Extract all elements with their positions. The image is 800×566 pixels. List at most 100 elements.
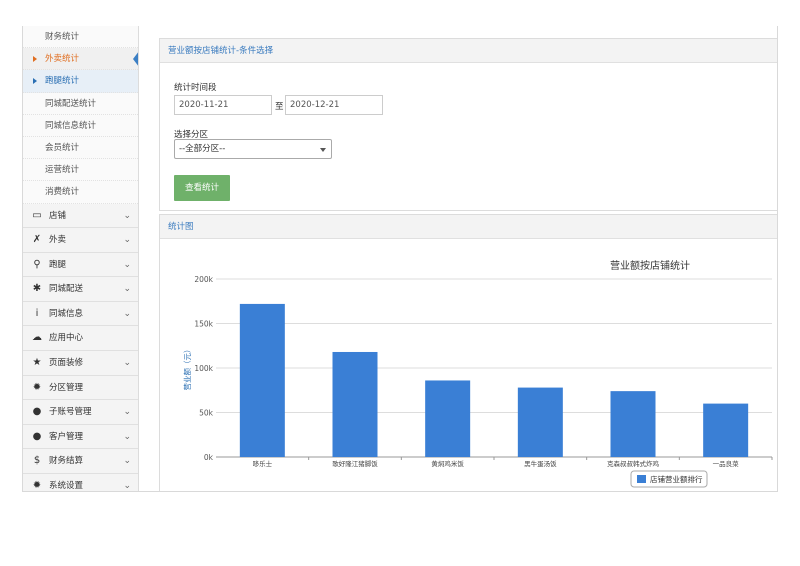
nav-item[interactable]: ▭ 店铺 ⌄ [23,203,138,229]
x-tick-label: 黄焖鸡米饭 [431,459,464,468]
submenu-item[interactable]: 同城配送统计 [23,92,138,115]
nav-item[interactable]: i 同城信息 ⌄ [23,301,138,327]
star-icon: ★ [32,357,42,369]
zone-select[interactable]: --全部分区-- [174,139,332,159]
chevron-down-icon: ⌄ [123,431,131,442]
nav-item[interactable]: ● 子账号管理 ⌄ [23,400,138,425]
nav-item[interactable]: ✱ 同城配送 ⌄ [23,277,138,302]
chevron-down-icon: ⌄ [123,358,131,369]
main-content: 营业额按店铺统计-条件选择 统计时间段 2020-11-21 至 2020-12… [159,38,777,491]
users-icon: ● [32,430,42,442]
submenu-item[interactable]: 同城信息统计 [23,114,138,137]
submenu-item[interactable]: 外卖统计 [23,48,138,71]
chevron-down-icon [320,148,326,152]
submenu-item-label: 运营统计 [45,165,80,176]
chevron-down-icon: ⌄ [123,210,131,221]
x-tick-label: 一品良菜 [713,459,740,468]
zone-select-value: --全部分区-- [179,144,226,154]
nav-item[interactable]: ★ 页面装修 ⌄ [23,351,138,376]
bar [610,391,656,457]
nav-item[interactable]: ✗ 外卖 ⌄ [23,228,138,253]
nav-item-label: 页面装修 [49,358,84,369]
filter-panel: 营业额按店铺统计-条件选择 统计时间段 2020-11-21 至 2020-12… [159,38,777,211]
nav-item[interactable]: ✹ 系统设置 ⌄ [23,474,138,492]
submenu-item[interactable]: 消费统计 [23,181,138,204]
filter-panel-title: 营业额按店铺统计-条件选择 [160,39,777,63]
start-date-input[interactable]: 2020-11-21 [174,95,272,115]
nav-item-label: 同城配送 [49,284,84,295]
nav-item[interactable]: ✹ 分区管理 [23,375,138,401]
nav-item[interactable]: $ 财务结算 ⌄ [23,449,138,475]
period-label: 统计时间段 [174,83,217,93]
bar [703,403,749,457]
nav-item-label: 店铺 [49,210,67,221]
info-icon: i [35,307,39,319]
cloud-icon: ☁ [32,332,42,344]
submenu-item-label: 跑腿统计 [45,76,80,87]
monitor-icon: ▭ [32,209,42,221]
nav-item-label: 财务结算 [49,456,84,467]
y-tick-label: 0k [204,453,214,462]
y-tick-label: 100k [194,364,213,373]
bar [517,387,563,457]
statistics-submenu: 财务统计外卖统计跑腿统计同城配送统计 同城信息统计 会员统计运营统计消费统计 [23,26,138,204]
asterisk-icon: ✱ [32,283,42,295]
x-tick-label: 黑牛蛋汤饭 [524,459,557,468]
nav-item-label: 子账号管理 [49,407,92,418]
x-tick-label: 歌好隆江猪脚饭 [332,459,378,468]
submenu-item[interactable]: 跑腿统计 [23,70,138,93]
caret-right-icon [33,78,37,85]
app-frame: 财务统计外卖统计跑腿统计同城配送统计 同城信息统计 会员统计运营统计消费统计 ▭ 店铺… [22,26,778,492]
submenu-item-label: 消费统计 [45,187,80,198]
gear-icon: ✹ [32,381,42,393]
chevron-down-icon: ⌄ [123,284,131,295]
chevron-down-icon: ⌄ [123,259,131,270]
nav-item-label: 跑腿 [49,259,67,270]
bar [239,303,285,457]
legend-label: 店铺营业额排行 [650,474,703,484]
chevron-down-icon: ⌄ [123,407,131,418]
caret-right-icon [33,56,37,63]
legend-swatch [637,475,646,483]
y-tick-label: 200k [194,275,213,284]
sidebar: 财务统计外卖统计跑腿统计同城配送统计 同城信息统计 会员统计运营统计消费统计 ▭ 店铺… [23,26,139,492]
chevron-down-icon: ⌄ [123,481,131,492]
nav-item-label: 外卖 [49,235,67,246]
bar-chart: 营业额按店铺统计 0k 50k 100k 150k 200k 营业额（元） 哆乐士 歌好隆江猪脚… [182,259,773,488]
nav-item-label: 客户管理 [49,431,84,442]
cog-icon: ✹ [32,480,42,492]
submenu-item-label: 同城信息统计 [45,120,97,131]
nav-item[interactable]: ⚲ 跑腿 ⌄ [23,252,138,278]
y-axis-label: 营业额（元） [182,346,192,391]
y-tick-label: 150k [194,320,213,329]
nav-item-label: 分区管理 [49,382,84,393]
nav-item[interactable]: ☁ 应用中心 [23,326,138,352]
submenu-item-label: 同城配送统计 [45,98,97,109]
view-stats-button[interactable]: 查看统计 [174,175,230,201]
active-indicator-icon [133,51,138,68]
submenu-item[interactable]: 财务统计 [23,26,138,49]
bar [425,380,471,457]
to-label: 至 [275,102,284,112]
chevron-down-icon: ⌄ [123,308,131,319]
submenu-item-label: 会员统计 [45,142,80,153]
chart-panel-title: 统计图 [160,215,777,239]
submenu-item-label: 外卖统计 [45,54,80,65]
utensils-icon: ✗ [32,234,42,246]
chart-title: 营业额按店铺统计 [610,259,690,272]
nav-item-label: 同城信息 [49,308,84,319]
submenu-item[interactable]: 会员统计 [23,136,138,160]
submenu-item-label: 财务统计 [45,32,80,42]
nav-item[interactable]: ● 客户管理 ⌄ [23,424,138,450]
chart-panel: 统计图 营业额按店铺统计 0k 50k 100k 150k 200k 营业额（元） 哆乐士 歌好… [159,214,777,491]
x-tick-label: 克森叔叔韩式炸鸡 [607,459,660,468]
chevron-down-icon: ⌄ [123,456,131,467]
y-tick-label: 50k [199,409,214,418]
bicycle-icon: ⚲ [33,258,41,270]
submenu-item[interactable]: 运营统计 [23,159,138,182]
x-tick-label: 哆乐士 [253,459,273,468]
main-nav: ▭ 店铺 ⌄ ✗ 外卖 ⌄ ⚲ 跑腿 ⌄ ✱ 同城配送 ⌄ i 同城信息 ⌄ ☁ 应用中心 ★ 页面装修 ⌄ ✹ 分区管理… [23,203,138,492]
end-date-input[interactable]: 2020-12-21 [285,95,383,115]
dollar-icon: $ [33,455,41,467]
nav-item-label: 系统设置 [49,481,84,492]
